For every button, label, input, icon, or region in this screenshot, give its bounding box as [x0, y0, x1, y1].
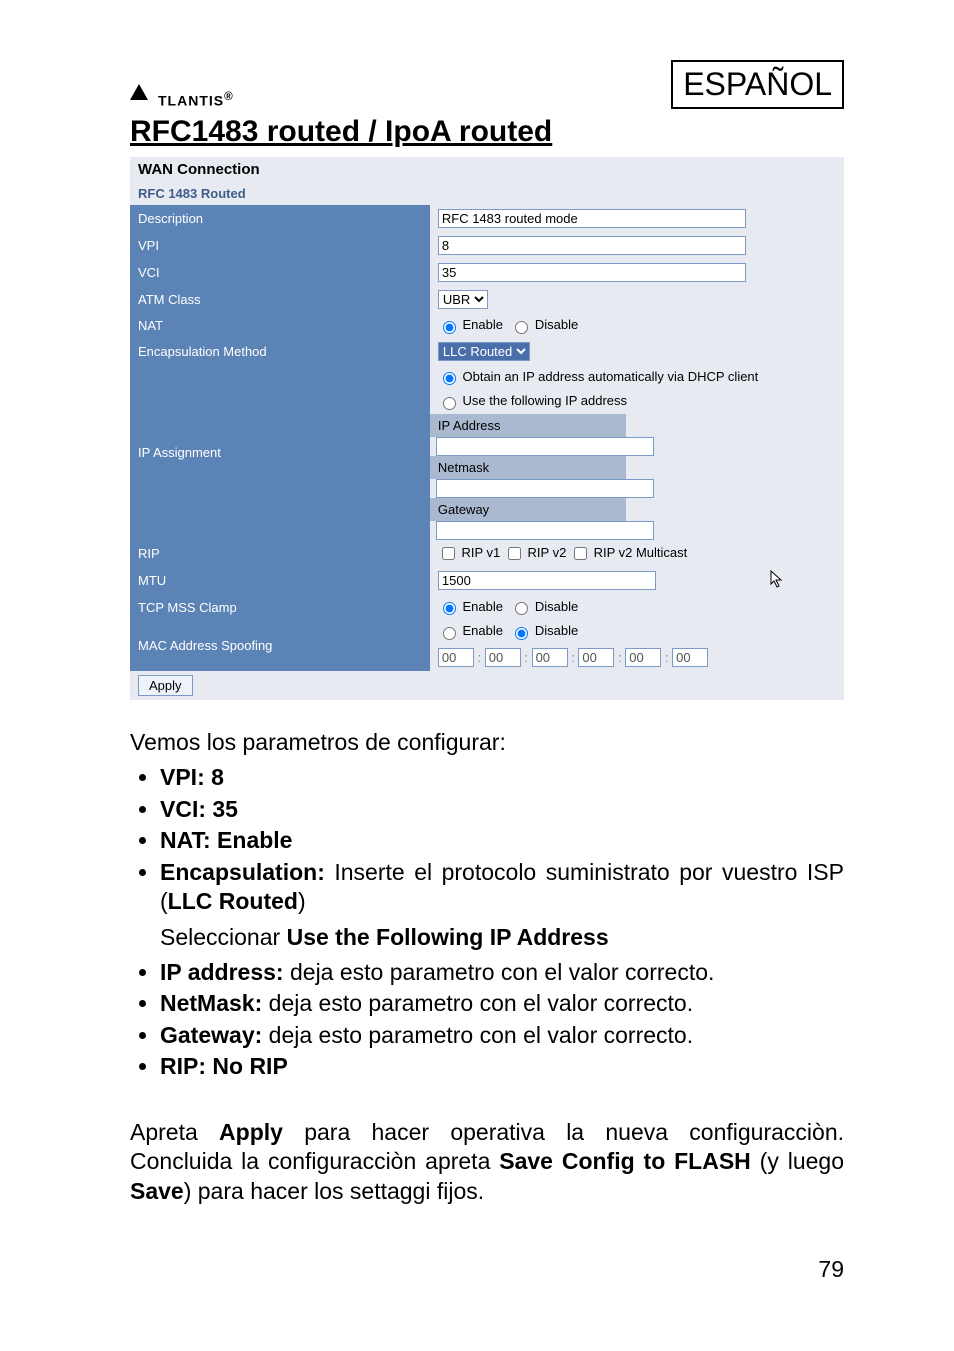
- cursor-icon: [770, 570, 784, 591]
- rip-v1-text: RIP v1: [462, 545, 501, 560]
- vpi-label: VPI: [130, 232, 430, 259]
- ipaddr-label: IP Address: [430, 414, 626, 437]
- param-vpi: VPI: 8: [160, 763, 844, 792]
- nat-enable-radio[interactable]: [443, 321, 456, 334]
- mac-oct-4: [578, 648, 614, 667]
- ip-manual-text: Use the following IP address: [463, 393, 628, 408]
- wan-connection-form: WAN Connection RFC 1483 Routed Descripti…: [130, 157, 844, 700]
- param-encap: Encapsulation: Inserte el protocolo sumi…: [160, 858, 844, 917]
- save-paragraph: Apreta Apply para hacer operativa la nue…: [130, 1118, 844, 1206]
- macspoof-enable-text: Enable: [463, 623, 503, 638]
- description-label: Description: [130, 205, 430, 232]
- netmask-label: Netmask: [430, 456, 626, 479]
- vci-label: VCI: [130, 259, 430, 286]
- rip-v2-text: RIP v2: [528, 545, 567, 560]
- language-box: ESPAÑOL: [671, 60, 844, 109]
- mtu-label: MTU: [130, 567, 430, 595]
- nat-label: NAT: [130, 313, 430, 338]
- ipaddr-input[interactable]: [436, 437, 654, 456]
- brand-logo: TLANTIS®: [130, 90, 234, 109]
- ip-manual-radio[interactable]: [443, 397, 456, 410]
- mtu-input[interactable]: [438, 571, 656, 590]
- section-title: RFC1483 routed / IpoA routed: [130, 115, 844, 149]
- atm-class-label: ATM Class: [130, 286, 430, 313]
- macspoof-label: MAC Address Spoofing: [130, 619, 430, 671]
- nat-disable-text: Disable: [535, 317, 578, 332]
- tcpmss-disable-radio[interactable]: [515, 602, 528, 615]
- mac-oct-6: [672, 648, 708, 667]
- macspoof-enable-radio[interactable]: [443, 627, 456, 640]
- tcpmss-disable-text: Disable: [535, 599, 578, 614]
- rip-label: RIP: [130, 540, 430, 567]
- netmask-input[interactable]: [436, 479, 654, 498]
- atm-class-select[interactable]: UBR: [438, 290, 488, 309]
- mac-oct-5: [625, 648, 661, 667]
- param-ipaddr: IP address: deja esto parametro con el v…: [160, 958, 844, 987]
- brand-logo-text: TLANTIS: [158, 93, 224, 109]
- param-vci: VCI: 35: [160, 795, 844, 824]
- nat-disable-radio[interactable]: [515, 321, 528, 334]
- rip-mc-text: RIP v2 Multicast: [594, 545, 688, 560]
- encap-label: Encapsulation Method: [130, 338, 430, 365]
- macspoof-disable-radio[interactable]: [515, 627, 528, 640]
- form-title: WAN Connection: [130, 157, 844, 182]
- intro-text: Vemos los parametros de configurar:: [130, 728, 844, 757]
- vpi-input[interactable]: [438, 236, 746, 255]
- ipassign-label: IP Assignment: [130, 365, 430, 540]
- rip-v2-check[interactable]: [508, 547, 521, 560]
- body-text: Vemos los parametros de configurar: VPI:…: [130, 728, 844, 1206]
- ip-auto-text: Obtain an IP address automatically via D…: [463, 369, 759, 384]
- select-instruction: Seleccionar Use the Following IP Address: [160, 923, 844, 952]
- param-nat: NAT: Enable: [160, 826, 844, 855]
- macspoof-disable-text: Disable: [535, 623, 578, 638]
- mac-oct-1: [438, 648, 474, 667]
- form-subtitle: RFC 1483 Routed: [130, 182, 844, 205]
- tcpmss-enable-text: Enable: [463, 599, 503, 614]
- tcpmss-label: TCP MSS Clamp: [130, 595, 430, 620]
- gateway-input[interactable]: [436, 521, 654, 540]
- param-rip: RIP: No RIP: [160, 1052, 844, 1081]
- nat-enable-text: Enable: [463, 317, 503, 332]
- rip-mc-check[interactable]: [574, 547, 587, 560]
- apply-button[interactable]: Apply: [138, 675, 193, 696]
- mac-oct-3: [532, 648, 568, 667]
- param-gateway: Gateway: deja esto parametro con el valo…: [160, 1021, 844, 1050]
- encap-select[interactable]: LLC Routed: [438, 342, 530, 361]
- page-number: 79: [130, 1256, 844, 1283]
- vci-input[interactable]: [438, 263, 746, 282]
- description-input[interactable]: [438, 209, 746, 228]
- mac-oct-2: [485, 648, 521, 667]
- gateway-label: Gateway: [430, 498, 626, 521]
- tcpmss-enable-radio[interactable]: [443, 602, 456, 615]
- rip-v1-check[interactable]: [442, 547, 455, 560]
- ip-auto-radio[interactable]: [443, 372, 456, 385]
- param-netmask: NetMask: deja esto parametro con el valo…: [160, 989, 844, 1018]
